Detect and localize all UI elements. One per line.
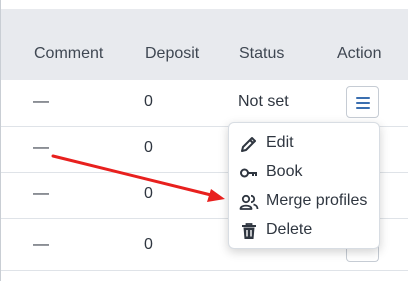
menu-item-label: Edit: [266, 134, 294, 151]
deposit-cell: 0: [144, 236, 153, 253]
table-header: Comment Deposit Status Action: [1, 9, 408, 80]
column-header-action: Action: [337, 45, 382, 62]
menu-item-edit[interactable]: Edit: [229, 129, 379, 157]
menu-item-merge-profiles[interactable]: Merge profiles: [229, 187, 379, 215]
menu-item-book[interactable]: Book: [229, 158, 379, 186]
column-header-deposit[interactable]: Deposit: [145, 45, 199, 63]
column-header-comment[interactable]: Comment: [34, 45, 103, 63]
screenshot-root: Comment Deposit Status Action — 0 Not se…: [0, 0, 408, 281]
row-actions-button[interactable]: [346, 86, 379, 118]
column-header-status[interactable]: Status: [239, 45, 284, 63]
comment-cell: —: [33, 93, 49, 110]
menu-item-delete[interactable]: Delete: [229, 216, 379, 244]
trash-icon: [239, 221, 259, 241]
row-actions-menu: Edit Book Merge profiles Delete: [228, 122, 380, 249]
pencil-icon: [239, 134, 259, 154]
users-icon: [239, 192, 259, 212]
comment-cell: —: [33, 139, 49, 156]
menu-item-label: Delete: [266, 221, 313, 238]
status-cell: Not set: [238, 93, 289, 110]
menu-item-label: Book: [266, 163, 303, 180]
menu-item-label: Merge profiles: [266, 192, 368, 209]
deposit-cell: 0: [144, 93, 153, 110]
comment-cell: —: [33, 185, 49, 202]
deposit-cell: 0: [144, 139, 153, 156]
key-icon: [239, 163, 259, 183]
comment-cell: —: [33, 236, 49, 253]
deposit-cell: 0: [144, 185, 153, 202]
